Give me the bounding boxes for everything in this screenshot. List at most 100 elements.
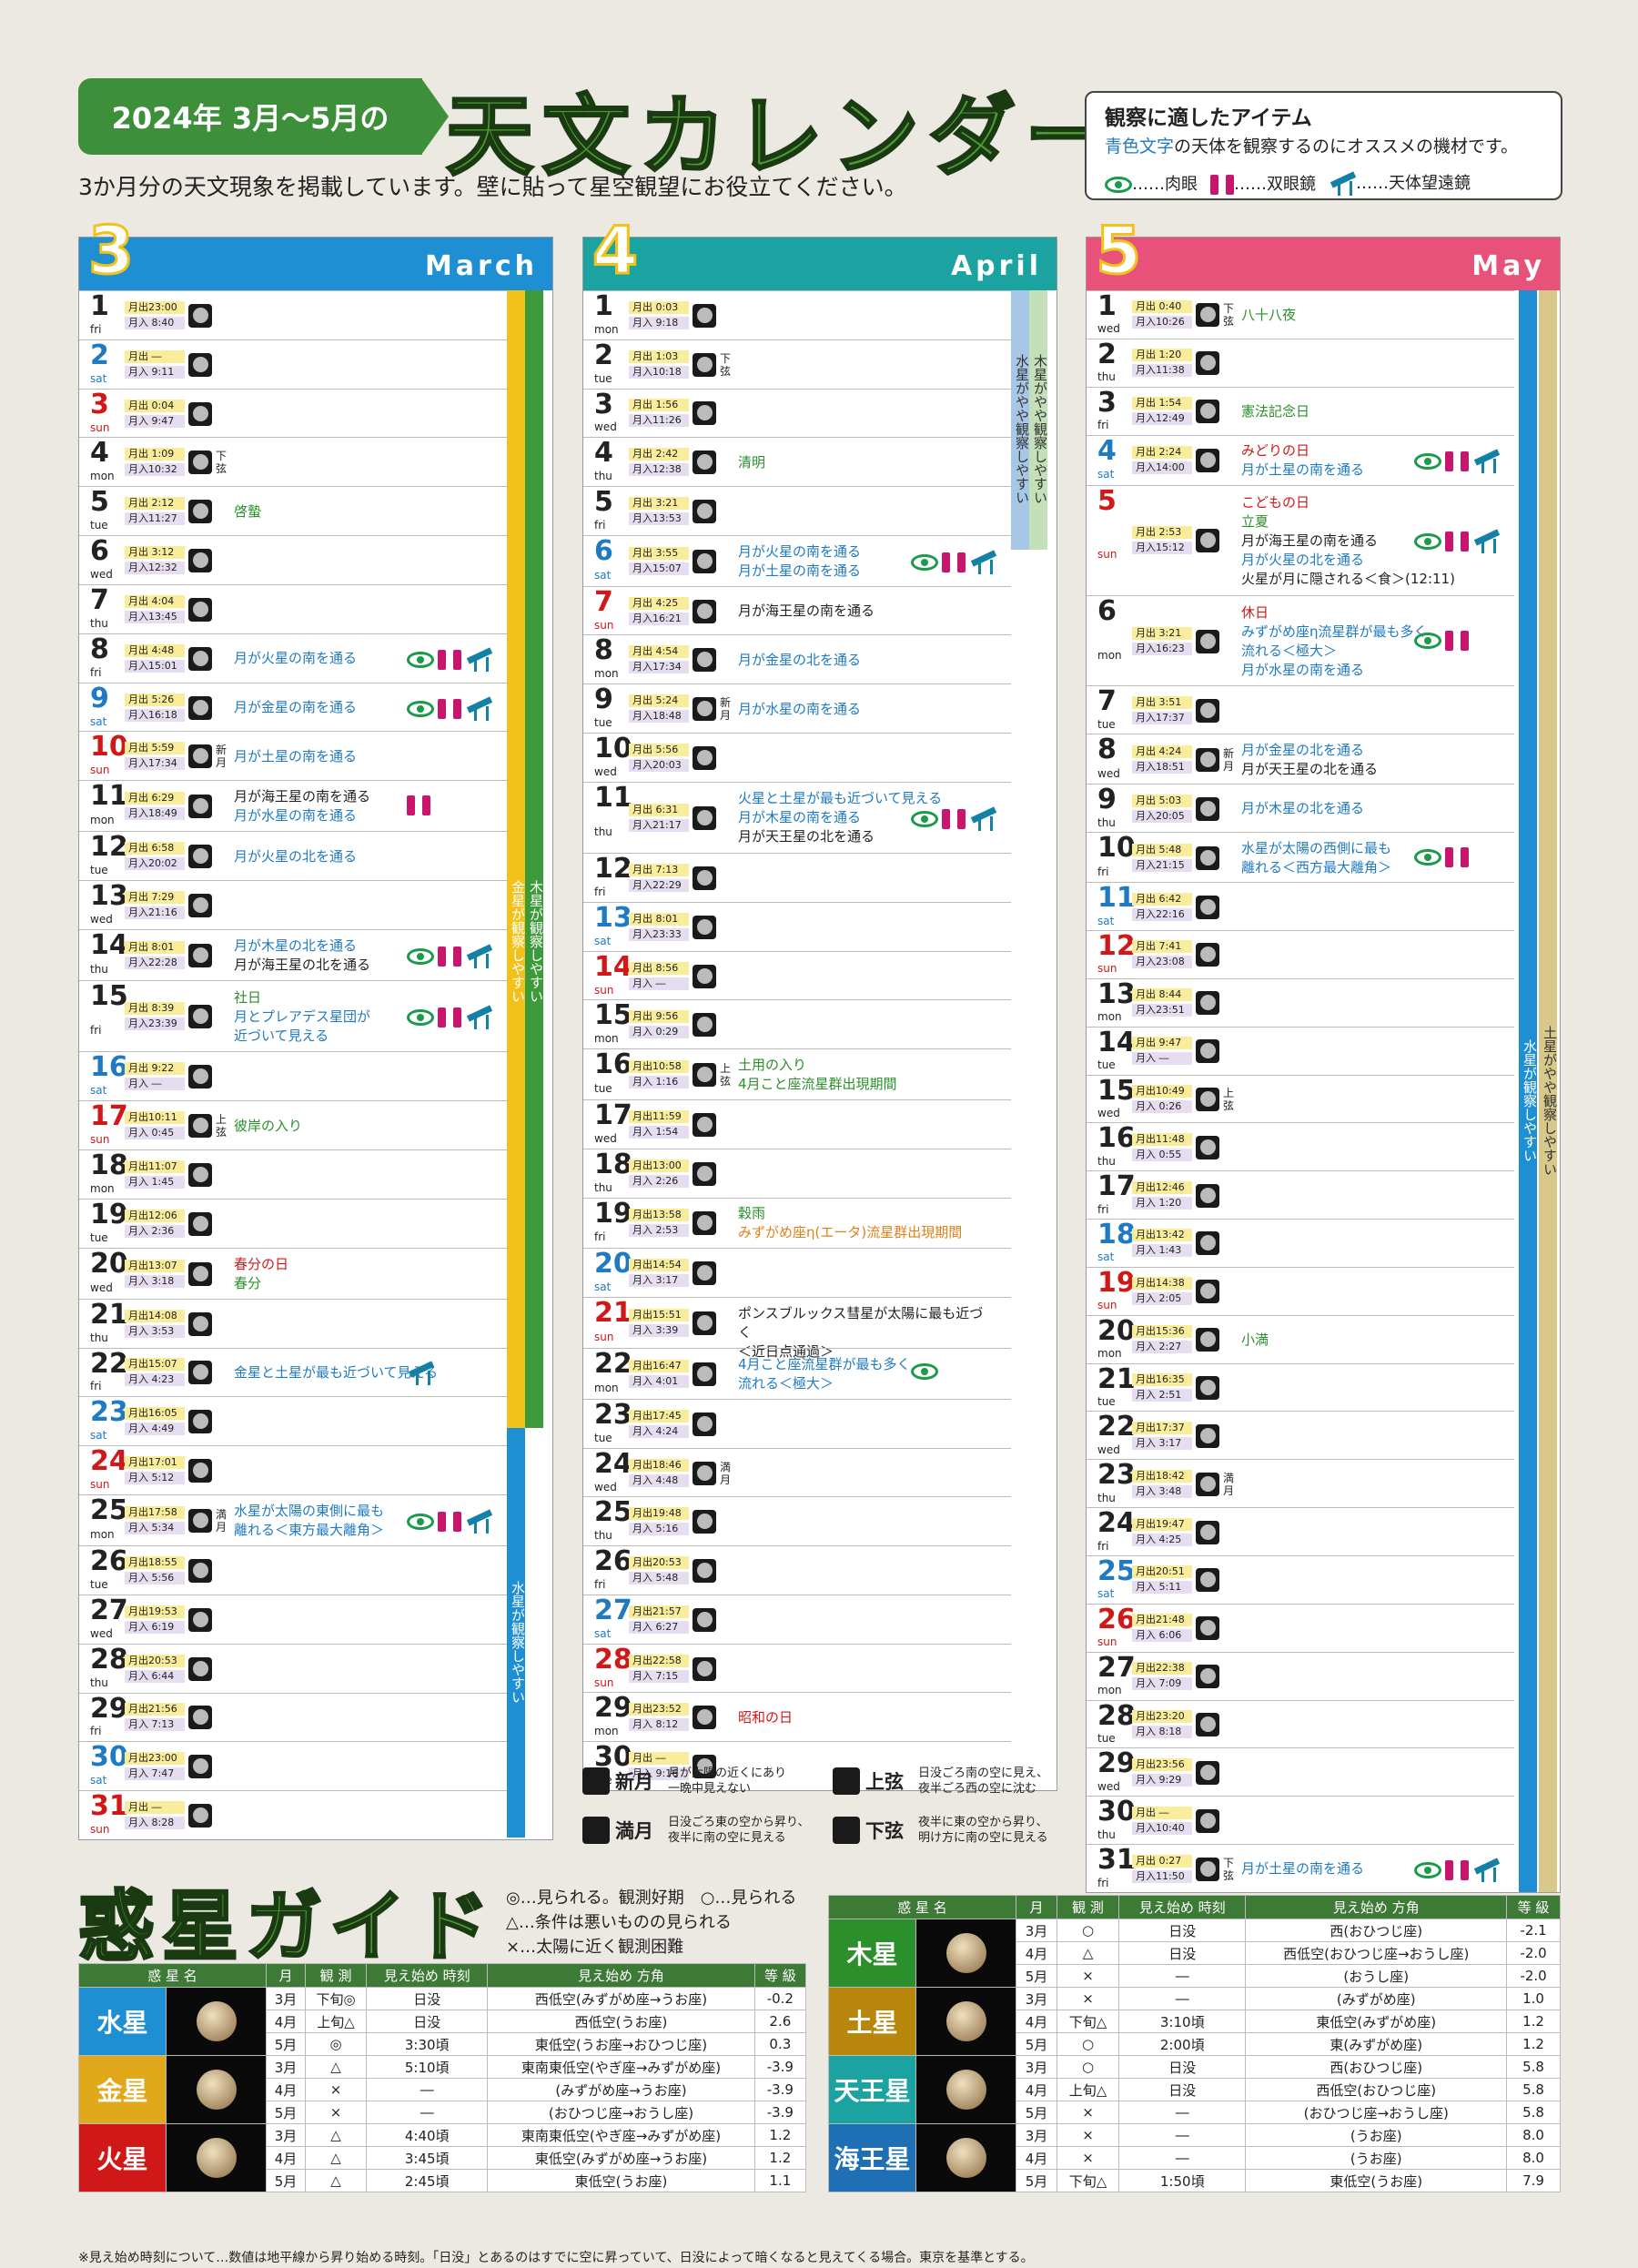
moonrise-time: 月出 1:56 bbox=[629, 399, 689, 412]
day-weekday: tue bbox=[1097, 1058, 1116, 1072]
table-cell: 5月 bbox=[1015, 2101, 1058, 2124]
day-number: 17 bbox=[1097, 1170, 1136, 1203]
day-weekday: thu bbox=[1097, 370, 1116, 384]
moonrise-time: 月出 3:55 bbox=[629, 546, 689, 560]
table-cell: 3月 bbox=[1015, 2055, 1058, 2079]
moonset-time: 月入17:37 bbox=[1132, 711, 1192, 724]
moonrise-time: 月出21:48 bbox=[1132, 1614, 1192, 1627]
moonset-time: 月入 4:49 bbox=[125, 1423, 185, 1436]
moonset-time: 月入 9:47 bbox=[125, 414, 185, 428]
day-weekday: sat bbox=[594, 1626, 612, 1640]
moon-phase-icon bbox=[1196, 1376, 1219, 1401]
moonrise-time: 月出15:36 bbox=[1132, 1325, 1192, 1339]
moonset-time: 月入 2:51 bbox=[1132, 1389, 1192, 1402]
equipment-icons bbox=[911, 1363, 938, 1381]
moon-phase-icon bbox=[693, 1211, 716, 1236]
day-weekday: sun bbox=[90, 1478, 110, 1492]
moon-phase-icon bbox=[1196, 698, 1219, 723]
moon-phase-icon bbox=[188, 451, 212, 475]
moonset-time: 月入 4:24 bbox=[629, 1424, 689, 1438]
table-header-cell: 等 級 bbox=[1506, 1895, 1561, 1919]
moonset-time: 月入 ― bbox=[1132, 1052, 1192, 1066]
moonset-time: 月入 7:09 bbox=[1132, 1677, 1192, 1691]
table-cell: × bbox=[1057, 2146, 1119, 2170]
table-cell: 3月 bbox=[1015, 1919, 1058, 1942]
day-row: 19 tue 月出12:06 月入 2:36 bbox=[79, 1198, 507, 1248]
moonset-time: 月入16:18 bbox=[125, 708, 185, 722]
equipment-icons bbox=[407, 648, 492, 672]
table-cell: 8.0 bbox=[1506, 2123, 1561, 2147]
moonrise-time: 月出16:35 bbox=[1132, 1373, 1192, 1387]
day-number: 30 bbox=[1097, 1796, 1136, 1828]
day-weekday: fri bbox=[90, 1380, 102, 1393]
moon-phase-icon bbox=[188, 1261, 212, 1286]
table-row: 水星 3月 下旬◎ 日没 西低空(みずがめ座→うお座) -0.2 bbox=[78, 1987, 807, 2056]
moon-phase-icon bbox=[188, 1706, 212, 1730]
day-weekday: sat bbox=[1097, 1250, 1115, 1264]
moonrise-time: 月出20:53 bbox=[125, 1654, 185, 1667]
eye-icon bbox=[1414, 453, 1441, 471]
moonrise-time: 月出23:00 bbox=[125, 1752, 185, 1766]
binoculars-label: ……双眼鏡 bbox=[1234, 175, 1316, 194]
moonset-time: 月入23:51 bbox=[1132, 1004, 1192, 1018]
moonset-time: 月入 3:39 bbox=[629, 1324, 689, 1338]
table-cell: 5月 bbox=[265, 2101, 307, 2124]
moonrise-time: 月出 4:54 bbox=[629, 645, 689, 659]
moonset-time: 月入 5:16 bbox=[629, 1523, 689, 1536]
event-text: 月が金星の北を通る bbox=[738, 651, 984, 670]
day-weekday: sat bbox=[594, 568, 612, 582]
day-weekday: thu bbox=[594, 470, 612, 483]
day-number: 15 bbox=[90, 979, 128, 1012]
moonset-time: 月入 5:56 bbox=[125, 1571, 185, 1585]
moon-phase-icon bbox=[188, 695, 212, 720]
day-number: 13 bbox=[1097, 977, 1136, 1010]
day-row: 22 mon 月出16:47 月入 4:01 4月こと座流星群が最も多く 流れる＜極大＞ bbox=[583, 1348, 1011, 1399]
day-row: 20 sat 月出14:54 月入 3:17 bbox=[583, 1248, 1011, 1297]
phase-label: 満月 bbox=[1223, 1471, 1235, 1497]
binoculars-icon bbox=[1445, 532, 1469, 552]
planet-image bbox=[915, 2123, 1016, 2192]
moonset-time: 月入21:15 bbox=[1132, 858, 1192, 872]
day-weekday: sat bbox=[90, 371, 107, 385]
moon-phase-icon bbox=[1196, 449, 1219, 473]
moon-legend-item: 新月 月が太陽の近くにあり 一晩中見えない bbox=[582, 1766, 828, 1797]
event-text: 啓蟄 bbox=[234, 502, 480, 521]
day-row: 1 mon 月出 0:03 月入 9:18 bbox=[583, 290, 1011, 339]
moonrise-time: 月出 4:25 bbox=[629, 596, 689, 610]
event-line: 火星が月に隠される＜食＞(12:11) bbox=[1241, 570, 1455, 587]
day-row: 9 tue 月出 5:24 月入18:48 新月 月が水星の南を通る bbox=[583, 683, 1011, 733]
moonrise-time: 月出 ― bbox=[629, 1752, 689, 1766]
day-number: 10 bbox=[1097, 832, 1136, 865]
table-cell: △ bbox=[305, 2055, 368, 2079]
table-cell: 日没 bbox=[1117, 1941, 1247, 1965]
telescope-icon bbox=[1472, 1858, 1500, 1882]
moonset-time: 月入20:03 bbox=[629, 758, 689, 772]
footnote: ※見え始め時刻について…数値は地平線から昇り始める時刻。「日没」とあるのはすでに… bbox=[78, 2251, 1034, 2265]
day-number: 6 bbox=[1097, 595, 1117, 628]
moonset-time: 月入 0:29 bbox=[629, 1026, 689, 1039]
telescope-icon bbox=[465, 1510, 492, 1534]
planet-icon bbox=[945, 1933, 986, 1973]
moonrise-time: 月出17:01 bbox=[125, 1456, 185, 1470]
day-number: 7 bbox=[90, 583, 109, 616]
table-cell: 東低空(うお座) bbox=[487, 2169, 755, 2192]
moonrise-time: 月出 5:03 bbox=[1132, 794, 1192, 807]
month-name: April bbox=[950, 250, 1042, 282]
day-number: 28 bbox=[594, 1643, 632, 1676]
event-line: 啓蟄 bbox=[234, 502, 262, 520]
table-cell: 西低空(おひつじ座→おうし座) bbox=[1245, 1941, 1508, 1965]
event-line: ポンスブルックス彗星が太陽に最も近づく bbox=[738, 1305, 984, 1342]
day-number: 20 bbox=[90, 1247, 128, 1280]
table-cell: 1:50頃 bbox=[1117, 2169, 1247, 2192]
day-row: 7 thu 月出 4:04 月入13:45 bbox=[79, 583, 507, 633]
moonset-time: 月入 4:23 bbox=[125, 1373, 185, 1387]
moonrise-time: 月出 5:48 bbox=[1132, 843, 1192, 856]
moon-phase-icon bbox=[1196, 1760, 1219, 1785]
event-text: 憲法記念日 bbox=[1241, 402, 1487, 421]
moon-legend: 新月 月が太陽の近くにあり 一晩中見えない 満月 日没ごろ東の空から昇り、 夜半に南の… bbox=[582, 1766, 1092, 1857]
day-number: 26 bbox=[90, 1545, 128, 1578]
binoculars-icon bbox=[942, 808, 966, 829]
day-row: 4 sat 月出 2:24 月入14:00 みどりの日 月が土星の南を通る bbox=[1087, 434, 1514, 485]
moonset-time: 月入 8:12 bbox=[629, 1718, 689, 1732]
moonset-time: 月入 3:17 bbox=[1132, 1436, 1192, 1450]
